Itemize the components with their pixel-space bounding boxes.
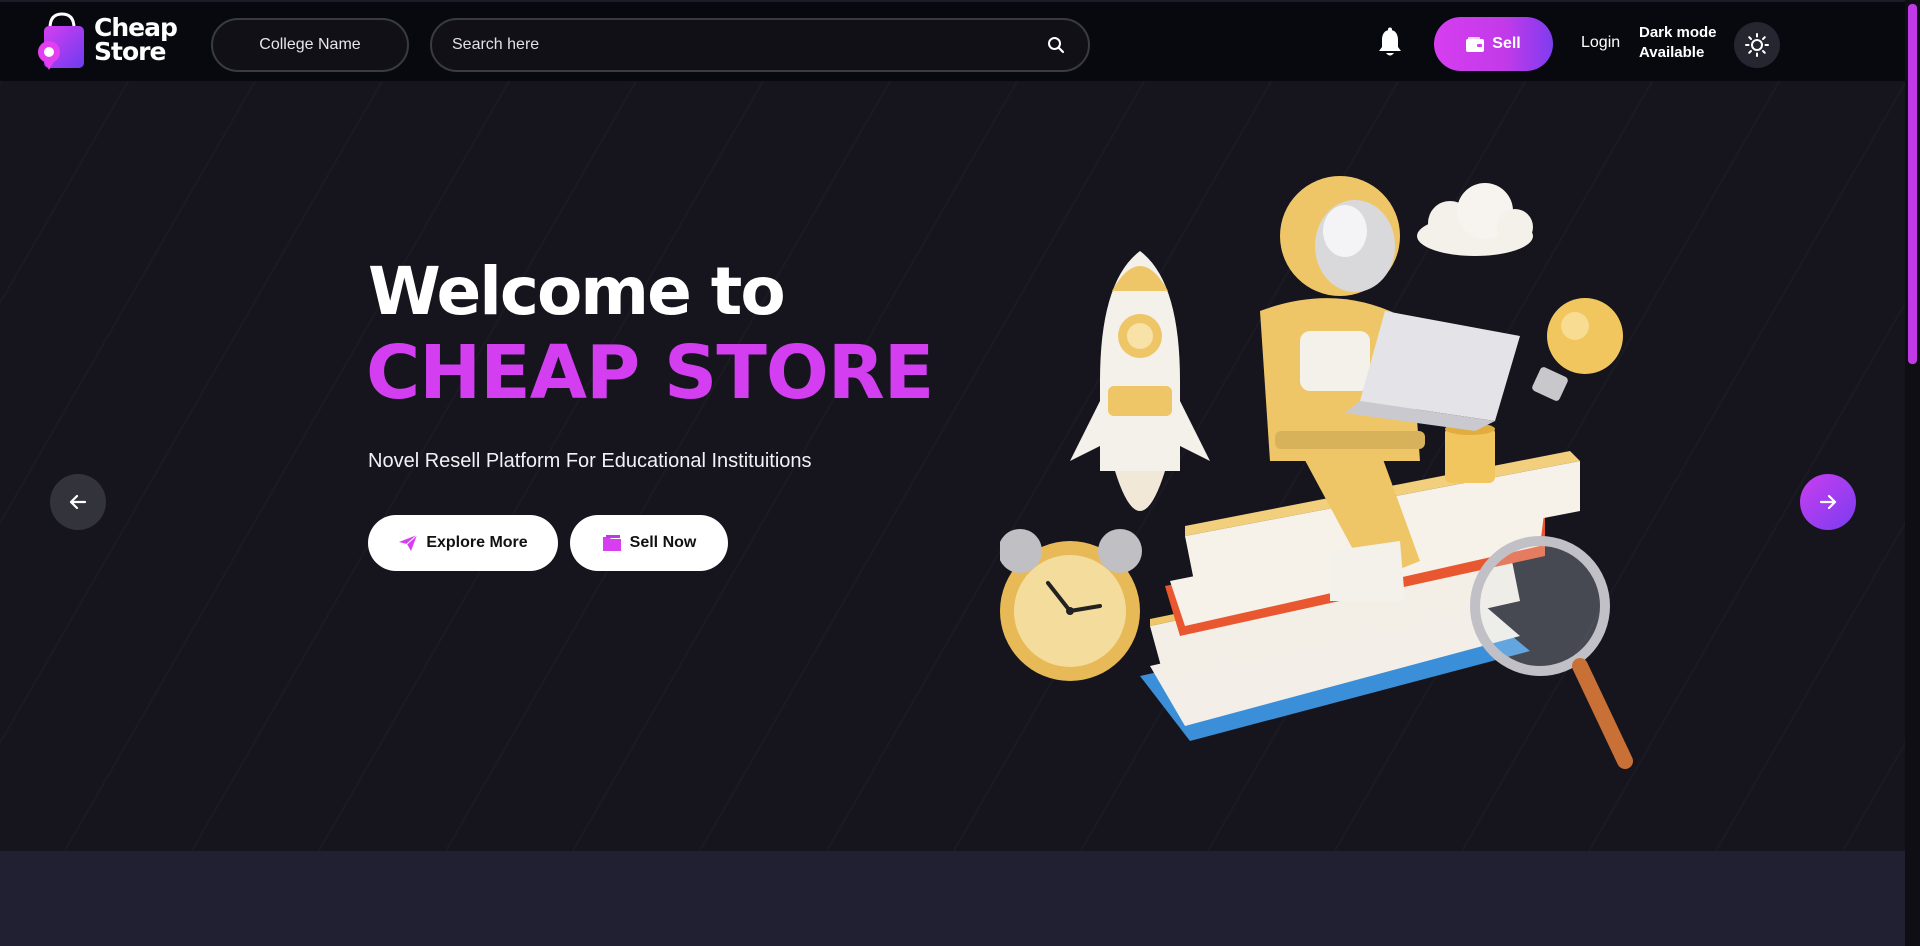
next-section <box>0 851 1905 946</box>
college-name-selector[interactable]: College Name <box>211 18 409 72</box>
paper-plane-icon <box>399 534 418 551</box>
carousel-prev-button[interactable] <box>50 474 106 530</box>
page-scrollbar[interactable] <box>1905 0 1920 946</box>
dark-mode-label-line-2: Available <box>1639 44 1705 61</box>
theme-toggle-button[interactable] <box>1734 22 1780 68</box>
arrow-right-icon <box>1819 494 1837 510</box>
light-bulb-shape <box>1532 298 1623 401</box>
mug-shape <box>1445 423 1495 483</box>
hero-carousel: Welcome to CHEAP STORE Novel Resell Plat… <box>0 81 1905 851</box>
search-bar <box>430 18 1090 72</box>
sell-now-label: Sell Now <box>629 534 697 551</box>
cheap-store-logo[interactable]: Cheap Store <box>36 12 192 72</box>
sell-button[interactable]: Sell <box>1434 17 1553 71</box>
hero-brand-title: CHEAP STORE <box>366 330 934 416</box>
wallet-icon <box>1466 36 1485 52</box>
hero-subtitle: Novel Resell Platform For Educational In… <box>368 450 812 472</box>
sun-icon <box>1745 33 1769 57</box>
login-link[interactable]: Login <box>1581 34 1620 52</box>
logo-text: Cheap Store <box>94 15 194 66</box>
rocket-shape <box>1070 251 1210 511</box>
arrow-left-icon <box>69 494 87 510</box>
dark-mode-label: Dark mode Available <box>1639 23 1729 63</box>
top-navbar: Cheap Store College Name Sell Login Dark… <box>0 0 1905 81</box>
search-icon[interactable] <box>1046 35 1066 55</box>
shopping-bag-pin-icon <box>38 12 84 70</box>
magnifying-glass-shape <box>1470 536 1633 769</box>
folder-icon <box>602 535 621 551</box>
dark-mode-label-line-1: Dark mode <box>1639 24 1717 41</box>
sell-button-label: Sell <box>1492 35 1521 52</box>
explore-more-label: Explore More <box>426 534 528 551</box>
scrollbar-thumb[interactable] <box>1908 4 1917 364</box>
carousel-next-button[interactable] <box>1800 474 1856 530</box>
logo-line-2: Store <box>94 37 166 66</box>
search-input[interactable] <box>452 32 1012 58</box>
astronaut-books-illustration <box>1000 176 1633 769</box>
hero-title: Welcome to <box>368 253 786 330</box>
sell-now-button[interactable]: Sell Now <box>570 515 728 571</box>
bell-icon[interactable] <box>1375 27 1405 59</box>
cloud-shape <box>1417 183 1533 256</box>
explore-more-button[interactable]: Explore More <box>368 515 558 571</box>
alarm-clock-shape <box>1000 529 1142 681</box>
